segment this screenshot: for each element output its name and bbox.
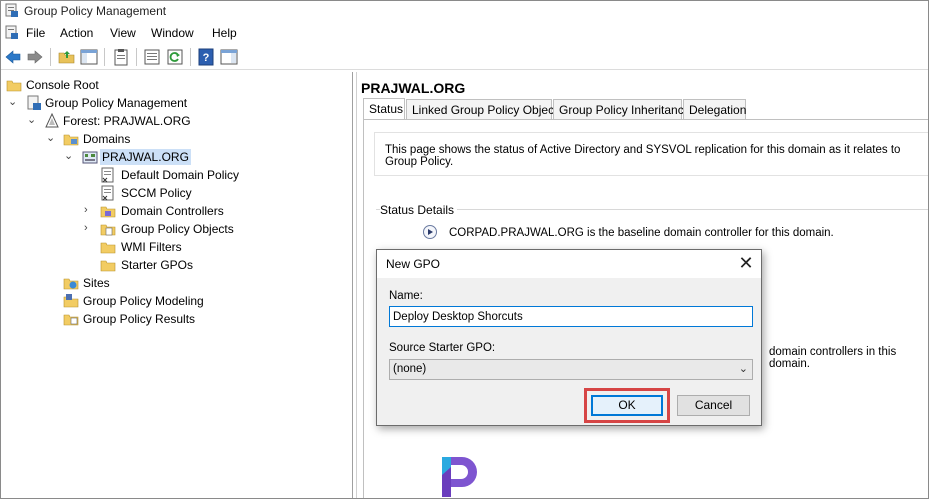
- chevron-down-icon[interactable]: ⌄: [27, 115, 37, 126]
- help-icon[interactable]: ?: [197, 48, 215, 66]
- tree-item-forest[interactable]: ⌄ Forest: PRAJWAL.ORG: [6, 112, 246, 130]
- source-starter-gpo-select[interactable]: (none) ⌄: [389, 359, 753, 380]
- toolbar-separator: [136, 48, 137, 66]
- up-folder-icon[interactable]: [58, 48, 76, 66]
- tab-status[interactable]: Status: [363, 98, 405, 120]
- domain-icon: [82, 151, 98, 164]
- gpm-app-icon: [5, 3, 18, 17]
- source-starter-gpo-label: Source Starter GPO:: [389, 342, 496, 354]
- menu-file[interactable]: File: [26, 26, 45, 40]
- gpo-link-icon: [101, 167, 114, 183]
- tree-item-label: Default Domain Policy: [121, 168, 240, 182]
- gpo-link-icon: [101, 185, 114, 201]
- refresh-icon[interactable]: [166, 48, 184, 66]
- expand-arrow-icon[interactable]: [423, 225, 437, 239]
- clipboard-icon[interactable]: [112, 48, 130, 66]
- forward-arrow-icon[interactable]: [26, 48, 44, 66]
- window-titlebar: Group Policy Management: [0, 0, 929, 22]
- toolbar-separator: [104, 48, 105, 66]
- tree-item-domain-controllers[interactable]: › Domain Controllers: [6, 202, 266, 220]
- tree-item-label: PRAJWAL.ORG: [100, 149, 191, 165]
- forest-icon: [45, 113, 59, 128]
- chevron-down-icon[interactable]: ⌄: [8, 97, 18, 108]
- back-arrow-icon[interactable]: [4, 48, 22, 66]
- tree-item-domains[interactable]: ⌄ Domains: [6, 130, 246, 148]
- wmi-folder-icon: [100, 242, 116, 254]
- tree-item-sccm-policy[interactable]: SCCM Policy: [6, 184, 266, 202]
- gpo-name-input[interactable]: [389, 306, 753, 327]
- group-box-line: [376, 209, 929, 210]
- menu-help[interactable]: Help: [212, 26, 237, 40]
- modeling-icon: [63, 294, 79, 308]
- show-action-pane-icon[interactable]: [220, 48, 238, 66]
- tree-item-console-root[interactable]: Console Root: [6, 76, 206, 94]
- select-value: (none): [393, 363, 427, 375]
- tree-item-label: Domain Controllers: [121, 204, 224, 218]
- properties-icon[interactable]: [143, 48, 161, 66]
- name-label: Name:: [389, 290, 423, 302]
- close-icon[interactable]: ✕: [733, 252, 759, 276]
- tree-item-label: Starter GPOs: [121, 258, 194, 272]
- chevron-down-icon[interactable]: ⌄: [64, 151, 74, 162]
- folder-icon: [6, 80, 22, 92]
- tab-gp-inheritance[interactable]: Group Policy Inheritance: [553, 99, 690, 120]
- status-details-label: Status Details: [380, 203, 458, 217]
- tree-item-label: Group Policy Management: [45, 96, 188, 110]
- tree-item-group-policy-results[interactable]: Group Policy Results: [6, 310, 246, 328]
- tree-item-label: Group Policy Modeling: [83, 294, 204, 308]
- tree-item-wmi-filters[interactable]: WMI Filters: [6, 238, 266, 256]
- tree-item-label: WMI Filters: [121, 240, 182, 254]
- tree-item-label: Domains: [83, 132, 131, 146]
- logo-icon: [442, 457, 477, 497]
- sites-icon: [63, 278, 79, 290]
- new-gpo-dialog: New GPO ✕ Name: Source Starter GPO: (non…: [376, 249, 762, 426]
- toolbar-separator: [190, 48, 191, 66]
- dialog-titlebar: New GPO ✕: [377, 250, 761, 278]
- replication-status-text: domain controllers in this domain.: [769, 346, 897, 370]
- cancel-button[interactable]: Cancel: [677, 395, 750, 416]
- baseline-text: CORPAD.PRAJWAL.ORG is the baseline domai…: [449, 227, 834, 239]
- tab-linked-gpos[interactable]: Linked Group Policy Objects: [406, 99, 563, 120]
- chevron-right-icon[interactable]: ›: [84, 205, 94, 216]
- starter-folder-icon: [100, 260, 116, 272]
- chevron-down-icon: ⌄: [738, 363, 748, 375]
- tree-item-label: Console Root: [26, 78, 99, 92]
- tree-item-label: Sites: [83, 276, 110, 290]
- menu-view[interactable]: View: [110, 26, 136, 40]
- info-box: This page shows the status of Active Dir…: [374, 132, 929, 176]
- ok-button[interactable]: OK: [591, 395, 663, 416]
- page-title: PRAJWAL.ORG: [361, 80, 466, 96]
- tree-item-prajwal-org[interactable]: ⌄ PRAJWAL.ORG: [6, 148, 246, 166]
- tree-item-sites[interactable]: Sites: [6, 274, 246, 292]
- tree-item-label: SCCM Policy: [121, 186, 192, 200]
- chevron-down-icon[interactable]: ⌄: [46, 133, 56, 144]
- toolbar-separator: [50, 48, 51, 66]
- window-title: Group Policy Management: [24, 4, 167, 18]
- info-text: This page shows the status of Active Dir…: [385, 144, 901, 168]
- show-hide-tree-icon[interactable]: [80, 48, 98, 66]
- results-icon: [63, 314, 79, 326]
- svg-text:?: ?: [203, 52, 210, 64]
- gpm-icon: [27, 95, 41, 110]
- tree-item-group-policy-modeling[interactable]: Group Policy Modeling: [6, 292, 246, 310]
- ou-icon: [100, 206, 116, 218]
- tree-item-group-policy-management[interactable]: ⌄ Group Policy Management: [6, 94, 246, 112]
- domains-folder-icon: [63, 134, 79, 146]
- tree-item-label: Group Policy Objects: [121, 222, 234, 236]
- tree-item-starter-gpos[interactable]: Starter GPOs: [6, 256, 266, 274]
- tree-item-label: Forest: PRAJWAL.ORG: [63, 114, 191, 128]
- dialog-title: New GPO: [386, 257, 441, 271]
- menu-window[interactable]: Window: [151, 26, 194, 40]
- tree-item-default-domain-policy[interactable]: Default Domain Policy: [6, 166, 266, 184]
- system-menu-icon[interactable]: [5, 25, 19, 40]
- console-tree: Console Root ⌄ Group Policy Management ⌄…: [0, 72, 353, 499]
- tree-item-label: Group Policy Results: [83, 312, 196, 326]
- menu-action[interactable]: Action: [60, 26, 93, 40]
- toolbar: ?: [0, 44, 929, 70]
- chevron-right-icon[interactable]: ›: [84, 223, 94, 234]
- menubar: File Action View Window Help: [0, 22, 929, 44]
- tab-delegation[interactable]: Delegation: [683, 99, 746, 120]
- gpo-folder-icon: [100, 224, 116, 236]
- tree-item-group-policy-objects[interactable]: › Group Policy Objects: [6, 220, 266, 238]
